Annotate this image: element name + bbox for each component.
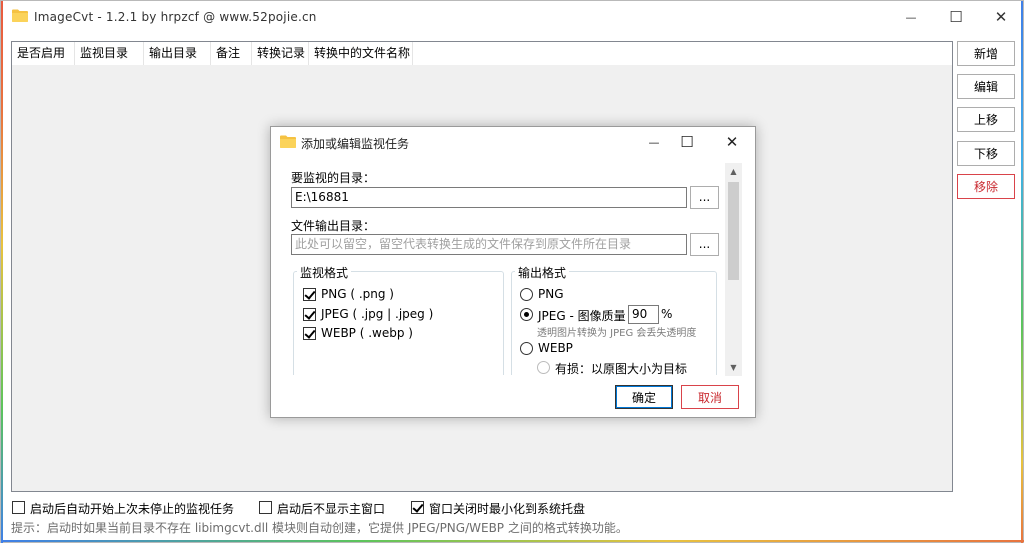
hint-text: 提示：启动时如果当前目录不存在 libimgcvt.dll 模块则自动创建，它提… xyxy=(11,521,628,535)
watch-webp-label: WEBP ( .webp ) xyxy=(321,326,413,340)
output-format-title: 输出格式 xyxy=(515,264,570,281)
hide-main-window-label: 启动后不显示主窗口 xyxy=(277,502,386,516)
watch-dir-label: 要监视的目录： xyxy=(291,171,376,185)
dialog-content: 要监视的目录： E:\16881 ... 文件输出目录： 此处可以留空，留空代表… xyxy=(271,157,755,375)
column-header-converting-file[interactable]: 转换中的文件名称 xyxy=(309,42,413,65)
scroll-thumb[interactable] xyxy=(728,182,739,280)
cancel-button[interactable]: 取消 xyxy=(681,385,739,409)
output-png-label: PNG xyxy=(538,287,564,301)
list-header: 是否启用 监视目录 输出目录 备注 转换记录 转换中的文件名称 xyxy=(12,42,952,65)
jpeg-transparency-note: 透明图片转换为 JPEG 会丢失透明度 xyxy=(537,328,697,339)
maximize-icon: ☐ xyxy=(949,8,963,26)
close-icon: ✕ xyxy=(725,133,739,151)
output-jpeg-label: JPEG - 图像质量 xyxy=(538,309,626,323)
minimize-to-tray-label: 窗口关闭时最小化到系统托盘 xyxy=(429,502,586,516)
main-window: ImageCvt - 1.2.1 by hrpzcf @ www.52pojie… xyxy=(0,0,1024,543)
output-dir-label: 文件输出目录： xyxy=(291,219,376,233)
window-title: ImageCvt - 1.2.1 by hrpzcf @ www.52pojie… xyxy=(34,10,317,24)
title-bar: ImageCvt - 1.2.1 by hrpzcf @ www.52pojie… xyxy=(3,1,1023,33)
minimize-icon: — xyxy=(648,135,660,149)
webp-lossy-label: 有损：以原图大小为目标 xyxy=(555,362,688,375)
dialog-close-button[interactable]: ✕ xyxy=(709,127,755,157)
watch-dir-input[interactable]: E:\16881 xyxy=(291,187,687,208)
output-jpeg-radio[interactable] xyxy=(520,308,533,321)
window-edge-left xyxy=(1,1,3,543)
dialog-title: 添加或编辑监视任务 xyxy=(301,137,410,151)
watch-dir-browse-button[interactable]: ... xyxy=(690,186,719,209)
watch-png-label: PNG ( .png ) xyxy=(321,287,394,301)
output-webp-radio[interactable] xyxy=(520,342,533,355)
minimize-button[interactable]: — xyxy=(888,1,934,33)
close-button[interactable]: ✕ xyxy=(978,1,1024,33)
move-down-button[interactable]: 下移 xyxy=(957,141,1015,166)
ok-button[interactable]: 确定 xyxy=(615,385,673,409)
column-header-watch-dir[interactable]: 监视目录 xyxy=(75,42,144,65)
webp-lossy-radio[interactable] xyxy=(537,361,550,374)
column-header-note[interactable]: 备注 xyxy=(211,42,252,65)
edit-button[interactable]: 编辑 xyxy=(957,74,1015,99)
watch-png-checkbox[interactable] xyxy=(303,288,316,301)
column-header-enabled[interactable]: 是否启用 xyxy=(12,42,75,65)
column-header-output-dir[interactable]: 输出目录 xyxy=(144,42,211,65)
dialog-maximize-button[interactable]: ☐ xyxy=(664,127,710,157)
close-icon: ✕ xyxy=(994,8,1008,26)
output-png-radio[interactable] xyxy=(520,288,533,301)
add-button[interactable]: 新增 xyxy=(957,41,1015,66)
minimize-to-tray-checkbox[interactable] xyxy=(411,501,424,514)
jpeg-quality-input[interactable]: 90 xyxy=(628,305,659,324)
watch-webp-checkbox[interactable] xyxy=(303,327,316,340)
output-webp-label: WEBP xyxy=(538,341,573,355)
scroll-up-icon[interactable]: ▲ xyxy=(725,163,742,180)
folder-icon xyxy=(12,9,28,22)
maximize-button[interactable]: ☐ xyxy=(933,1,979,33)
autostart-checkbox[interactable] xyxy=(12,501,25,514)
watch-jpeg-checkbox[interactable] xyxy=(303,308,316,321)
remove-button[interactable]: 移除 xyxy=(957,174,1015,199)
autostart-label: 启动后自动开始上次未停止的监视任务 xyxy=(30,502,235,516)
minimize-icon: — xyxy=(905,10,917,24)
window-edge-bottom xyxy=(1,540,1024,542)
watch-jpeg-label: JPEG ( .jpg | .jpeg ) xyxy=(321,307,434,321)
move-up-button[interactable]: 上移 xyxy=(957,107,1015,132)
scroll-down-icon[interactable]: ▼ xyxy=(725,359,742,376)
column-header-record[interactable]: 转换记录 xyxy=(252,42,309,65)
watch-format-title: 监视格式 xyxy=(297,264,352,281)
dialog-scrollbar[interactable]: ▲ ▼ xyxy=(725,163,742,376)
output-dir-input[interactable]: 此处可以留空，留空代表转换生成的文件保存到原文件所在目录 xyxy=(291,234,687,255)
jpeg-quality-unit: % xyxy=(661,307,673,321)
window-edge-right xyxy=(1021,1,1023,543)
edit-task-dialog: 添加或编辑监视任务 — ☐ ✕ 要监视的目录： E:\16881 ... 文件输… xyxy=(270,126,756,418)
folder-icon xyxy=(280,135,296,148)
hide-main-window-checkbox[interactable] xyxy=(259,501,272,514)
output-dir-browse-button[interactable]: ... xyxy=(690,233,719,256)
maximize-icon: ☐ xyxy=(680,133,694,151)
